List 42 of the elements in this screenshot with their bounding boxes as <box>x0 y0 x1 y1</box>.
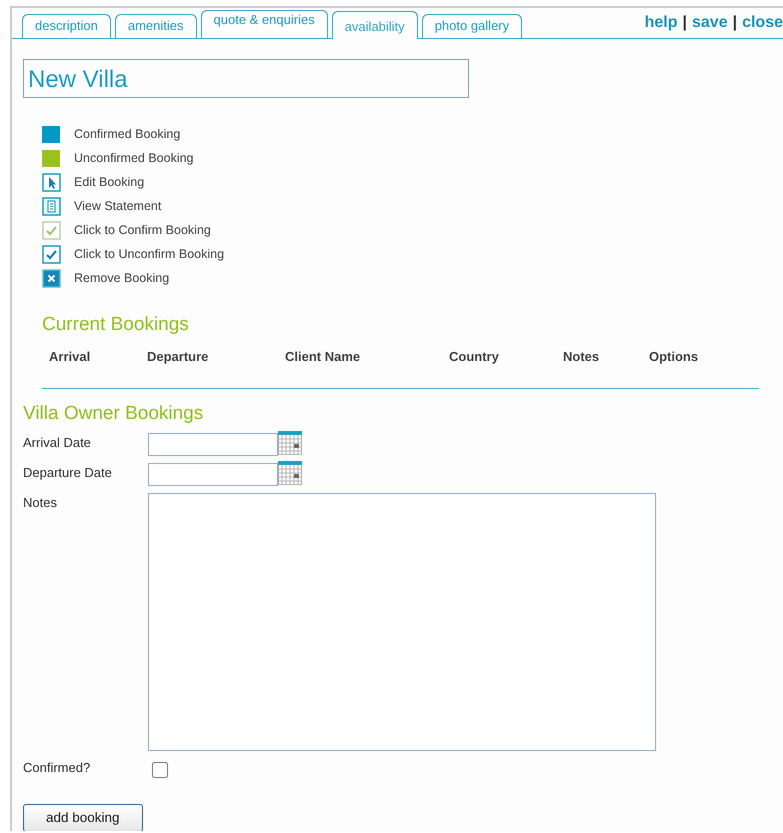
legend-label: Unconfirmed Booking <box>74 150 194 167</box>
villa-name-field[interactable]: New Villa <box>23 59 469 98</box>
tab[interactable]: description <box>22 14 111 38</box>
section-title: Villa Owner Bookings <box>23 402 204 426</box>
statement-icon <box>42 196 61 216</box>
action-link[interactable]: help <box>644 14 678 31</box>
edit-booking-icon <box>42 172 61 192</box>
field-label: Departure Date <box>23 464 113 482</box>
tab[interactable]: photo gallery <box>422 14 522 38</box>
column-header: Departure <box>147 348 210 366</box>
field-label: Arrival Date <box>23 434 92 452</box>
checkmark-icon <box>42 244 61 264</box>
date-field[interactable] <box>148 462 278 486</box>
legend-label: Confirmed Booking <box>74 126 180 143</box>
legend-label: Click to Confirm Booking <box>74 222 211 239</box>
confirmed-checkbox[interactable] <box>152 762 168 778</box>
notes-field[interactable] <box>148 492 656 751</box>
legend-label: View Statement <box>74 198 162 215</box>
section-title: Current Bookings <box>42 314 190 337</box>
column-header: Country <box>449 348 500 366</box>
tab[interactable]: availability <box>332 11 418 39</box>
tab[interactable]: amenities <box>114 14 197 38</box>
field-label: Confirmed? <box>23 758 92 777</box>
legend-label: Edit Booking <box>74 174 144 191</box>
column-header: Arrival <box>49 348 92 366</box>
separator-text: | <box>682 14 687 31</box>
legend-label: Remove Booking <box>74 270 170 287</box>
tab[interactable]: quote & enquiries <box>200 10 328 38</box>
field-label: Notes <box>23 494 58 512</box>
legend-label: Click to Unconfirm Booking <box>74 246 224 263</box>
calendar-icon[interactable] <box>278 460 302 485</box>
column-header: Client Name <box>285 348 362 366</box>
action-link[interactable]: close <box>742 14 783 31</box>
column-header: Options <box>649 348 700 366</box>
separator-text: | <box>732 14 738 31</box>
column-header: Notes <box>563 348 600 366</box>
action-link[interactable]: save <box>692 14 728 31</box>
remove-icon <box>42 268 61 288</box>
add-booking-button[interactable]: add booking <box>23 804 143 831</box>
calendar-icon[interactable] <box>278 430 302 455</box>
date-field[interactable] <box>148 432 278 456</box>
checkmark-icon <box>42 220 61 240</box>
